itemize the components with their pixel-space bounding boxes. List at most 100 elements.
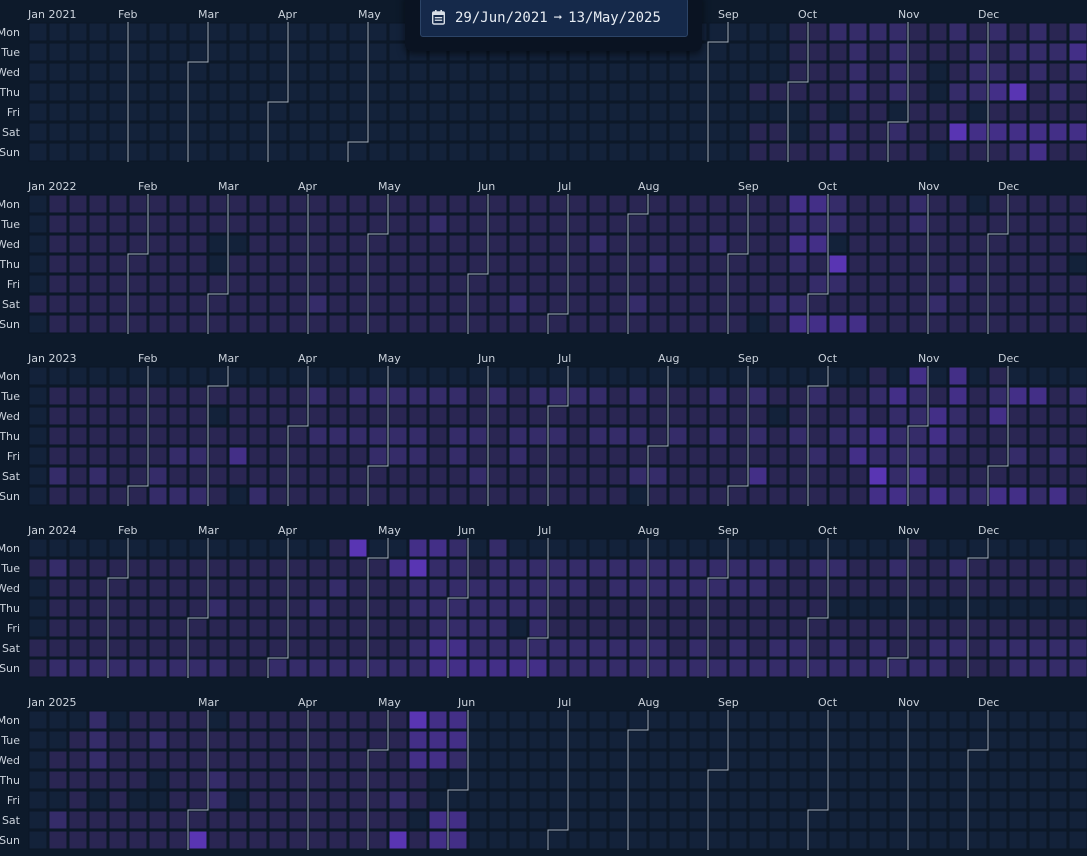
date-range-picker[interactable]: 29/Jun/2021 ➞ 13/May/2025 — [420, 0, 688, 37]
day-cell — [1068, 790, 1087, 810]
day-cell — [48, 790, 68, 810]
day-cell — [1048, 214, 1068, 234]
day-cell — [488, 426, 508, 446]
day-cell — [188, 558, 208, 578]
day-cell — [968, 598, 988, 618]
day-cell — [108, 214, 128, 234]
day-cell — [908, 42, 928, 62]
month-label: Mar — [218, 352, 239, 365]
day-cell — [228, 466, 248, 486]
day-cell — [668, 366, 688, 386]
day-cell — [748, 790, 768, 810]
day-cell — [868, 538, 888, 558]
day-cell — [328, 274, 348, 294]
day-cell — [628, 638, 648, 658]
day-cell — [488, 62, 508, 82]
day-cell — [388, 770, 408, 790]
day-cell — [488, 618, 508, 638]
day-cell — [388, 446, 408, 466]
day-cell — [668, 578, 688, 598]
day-cell — [568, 214, 588, 234]
day-cell — [288, 214, 308, 234]
day-cell — [1008, 234, 1028, 254]
day-cell — [248, 142, 268, 162]
day-cell — [288, 254, 308, 274]
day-cell — [408, 446, 428, 466]
weekday-label: Sat — [2, 470, 21, 483]
day-cell — [668, 750, 688, 770]
day-cell — [508, 314, 528, 334]
day-cell — [68, 558, 88, 578]
day-cell — [68, 22, 88, 42]
day-cell — [288, 274, 308, 294]
day-cell — [268, 558, 288, 578]
day-cell — [328, 770, 348, 790]
day-cell — [1068, 486, 1087, 506]
day-cell — [468, 750, 488, 770]
month-label: Jun — [457, 524, 475, 537]
day-cell — [1048, 750, 1068, 770]
day-cell — [408, 122, 428, 142]
day-cell — [508, 366, 528, 386]
day-cell — [628, 486, 648, 506]
day-cell — [428, 466, 448, 486]
day-cell — [928, 446, 948, 466]
day-cell — [68, 194, 88, 214]
day-cell — [28, 658, 48, 678]
day-cell — [28, 102, 48, 122]
day-cell — [228, 406, 248, 426]
day-cell — [128, 294, 148, 314]
day-cell — [128, 194, 148, 214]
day-cell — [408, 294, 428, 314]
day-cell — [148, 62, 168, 82]
day-cell — [848, 22, 868, 42]
day-cell — [268, 214, 288, 234]
day-cell — [1068, 294, 1087, 314]
day-cell — [168, 82, 188, 102]
day-cell — [188, 406, 208, 426]
day-cell — [808, 142, 828, 162]
day-cell — [768, 294, 788, 314]
day-cell — [368, 750, 388, 770]
day-cell — [208, 274, 228, 294]
day-cell — [208, 558, 228, 578]
day-cell — [248, 578, 268, 598]
month-label: Apr — [278, 524, 298, 537]
date-range-picker-popup: 29/Jun/2021 ➞ 13/May/2025 — [405, 0, 702, 51]
day-cell — [708, 62, 728, 82]
day-cell — [868, 810, 888, 830]
day-cell — [788, 538, 808, 558]
weekday-label: Tue — [0, 734, 20, 747]
day-cell — [1008, 598, 1028, 618]
day-cell — [268, 22, 288, 42]
day-cell — [68, 710, 88, 730]
day-cell — [168, 810, 188, 830]
day-cell — [288, 194, 308, 214]
month-label: Aug — [638, 524, 659, 537]
day-cell — [468, 486, 488, 506]
day-cell — [468, 294, 488, 314]
range-arrow-icon: ➞ — [553, 9, 563, 26]
day-cell — [688, 386, 708, 406]
day-cell — [808, 406, 828, 426]
day-cell — [888, 294, 908, 314]
day-cell — [348, 274, 368, 294]
day-cell — [648, 658, 668, 678]
day-cell — [968, 214, 988, 234]
day-cell — [248, 194, 268, 214]
day-cell — [588, 710, 608, 730]
day-cell — [268, 466, 288, 486]
day-cell — [728, 62, 748, 82]
day-cell — [68, 486, 88, 506]
day-cell — [1008, 406, 1028, 426]
day-cell — [1008, 466, 1028, 486]
day-cell — [568, 122, 588, 142]
day-cell — [728, 274, 748, 294]
day-cell — [448, 638, 468, 658]
day-cell — [108, 538, 128, 558]
day-cell — [128, 810, 148, 830]
day-cell — [908, 770, 928, 790]
day-cell — [488, 102, 508, 122]
day-cell — [688, 406, 708, 426]
day-cell — [468, 194, 488, 214]
